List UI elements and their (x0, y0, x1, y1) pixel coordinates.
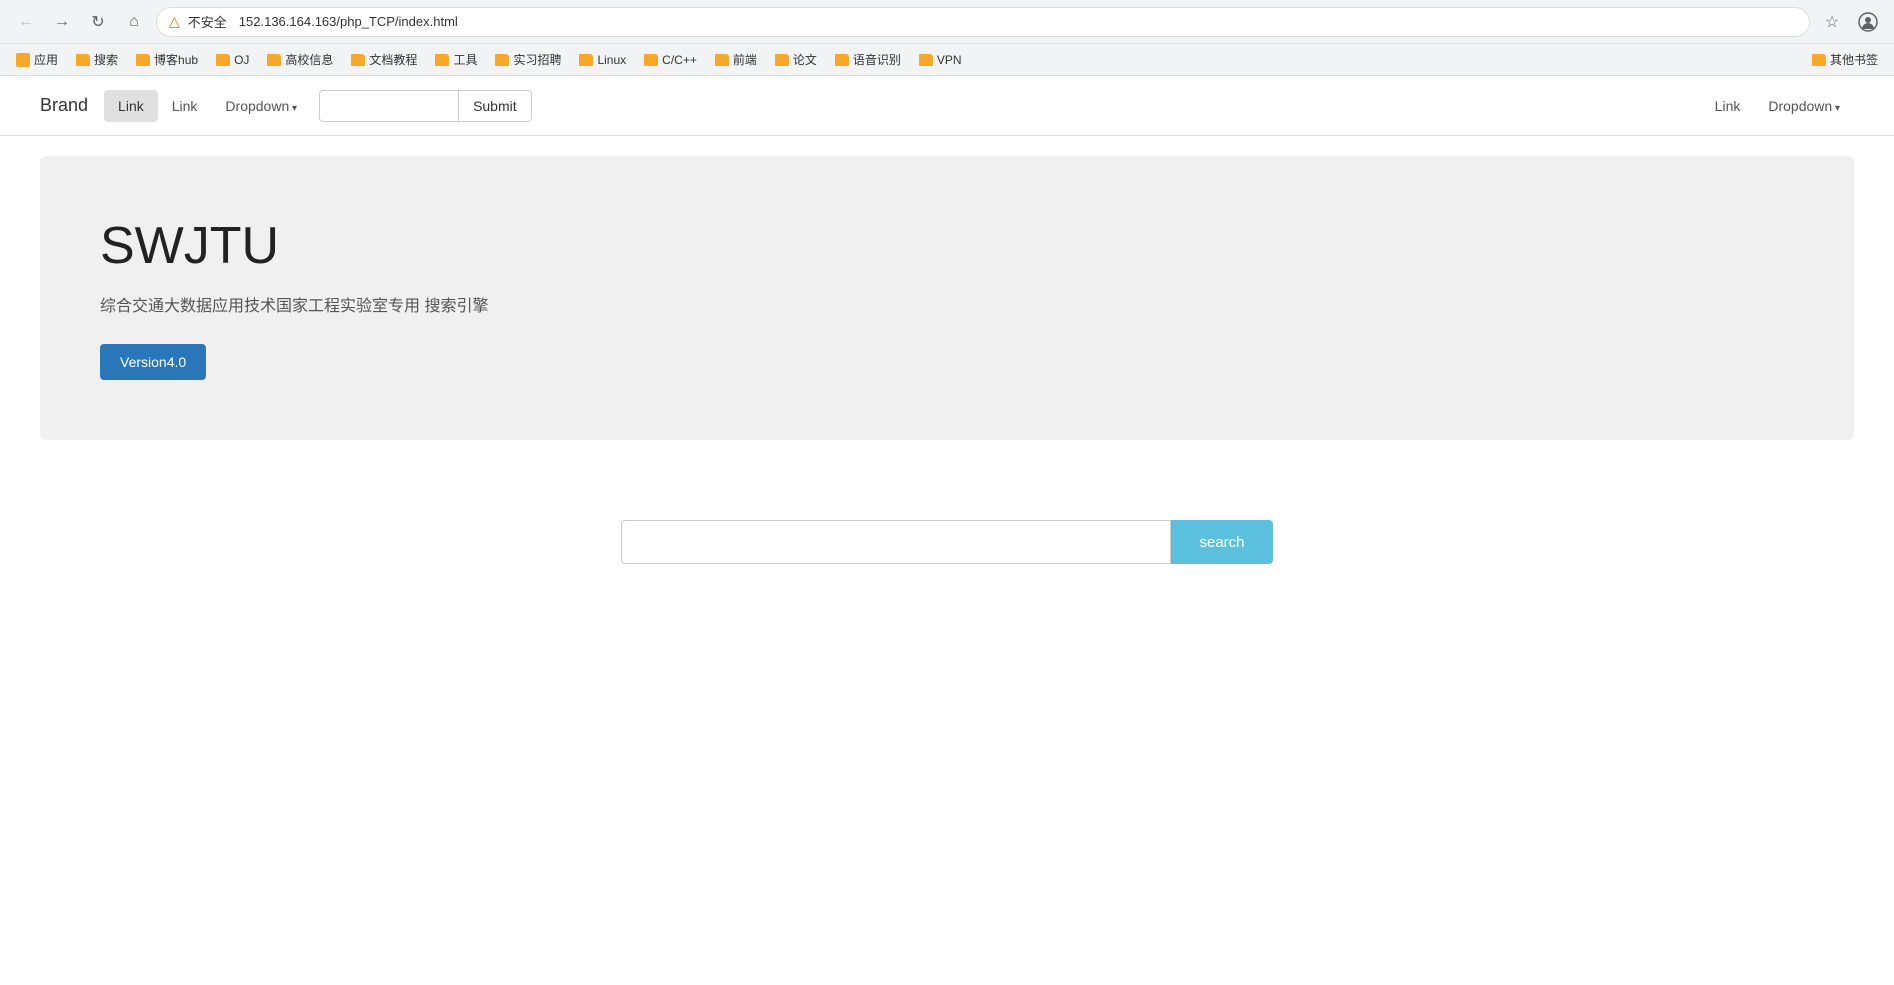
bookmark-vpn[interactable]: VPN (911, 49, 970, 71)
navbar-nav: Link Link Dropdown (104, 90, 311, 122)
folder-icon (216, 54, 230, 66)
browser-chrome: ← → ↻ ⌂ △ 不安全 152.136.164.163/php_TCP/in… (0, 0, 1894, 76)
folder-icon (267, 54, 281, 66)
bookmark-paper-label: 论文 (793, 51, 817, 68)
folder-icon (495, 54, 509, 66)
folder-icon (136, 54, 150, 66)
bookmark-frontend[interactable]: 前端 (707, 47, 765, 72)
address-bar[interactable]: △ 不安全 152.136.164.163/php_TCP/index.html (156, 7, 1810, 37)
navbar-search-input[interactable] (319, 90, 459, 122)
navbar-right: Link Dropdown (1701, 90, 1854, 122)
bookmark-voice[interactable]: 语音识别 (827, 47, 909, 72)
main-search-input[interactable] (621, 520, 1171, 564)
hero-section: SWJTU 综合交通大数据应用技术国家工程实验室专用 搜索引擎 Version4… (40, 156, 1854, 440)
folder-icon (351, 54, 365, 66)
nav-dropdown-toggle-1[interactable]: Dropdown (211, 90, 311, 122)
bookmark-oj[interactable]: OJ (208, 49, 257, 71)
bookmark-paper[interactable]: 论文 (767, 47, 825, 72)
navbar-search-form: Submit (319, 90, 532, 122)
apps-grid-icon (16, 53, 30, 67)
search-section: search (0, 460, 1894, 624)
browser-controls-bar: ← → ↻ ⌂ △ 不安全 152.136.164.163/php_TCP/in… (0, 0, 1894, 44)
bookmark-bloghub[interactable]: 博客hub (128, 47, 206, 72)
bookmark-linux[interactable]: Linux (571, 49, 634, 71)
folder-icon (579, 54, 593, 66)
back-button[interactable]: ← (12, 8, 40, 36)
bookmark-cpp[interactable]: C/C++ (636, 49, 705, 71)
bookmarks-bar: 应用 搜索 博客hub OJ 高校信息 文档教程 工具 实习招聘 (0, 44, 1894, 76)
bookmark-cpp-label: C/C++ (662, 53, 697, 67)
bookmark-bloghub-label: 博客hub (154, 51, 198, 68)
bookmark-linux-label: Linux (597, 53, 626, 67)
folder-icon (1812, 54, 1826, 66)
nav-item-dropdown1: Dropdown (211, 90, 311, 122)
bookmark-tools-label: 工具 (453, 51, 477, 68)
security-warning-icon: △ (169, 13, 180, 30)
bookmark-others[interactable]: 其他书签 (1804, 47, 1886, 72)
bookmark-apps-label: 应用 (34, 51, 58, 68)
nav-link-2[interactable]: Link (158, 90, 212, 122)
address-text: 152.136.164.163/php_TCP/index.html (239, 14, 458, 29)
page-content: Brand Link Link Dropdown Submit Link Dro… (0, 76, 1894, 876)
bookmark-oj-label: OJ (234, 53, 249, 67)
navbar: Brand Link Link Dropdown Submit Link Dro… (0, 76, 1894, 136)
bookmark-internship-label: 实习招聘 (513, 51, 561, 68)
bookmark-apps[interactable]: 应用 (8, 47, 66, 72)
profile-button[interactable] (1854, 8, 1882, 36)
folder-icon (435, 54, 449, 66)
hero-title: SWJTU (100, 216, 1794, 276)
bookmark-vpn-label: VPN (937, 53, 962, 67)
bookmark-frontend-label: 前端 (733, 51, 757, 68)
nav-link-1[interactable]: Link (104, 90, 158, 122)
bookmark-university[interactable]: 高校信息 (259, 47, 341, 72)
bookmark-tools[interactable]: 工具 (427, 47, 485, 72)
bookmark-docs[interactable]: 文档教程 (343, 47, 425, 72)
bookmark-star-button[interactable]: ☆ (1818, 8, 1846, 36)
bookmark-voice-label: 语音识别 (853, 51, 901, 68)
bookmark-docs-label: 文档教程 (369, 51, 417, 68)
folder-icon (644, 54, 658, 66)
folder-icon (715, 54, 729, 66)
main-search-button[interactable]: search (1171, 520, 1272, 564)
navbar-submit-button[interactable]: Submit (459, 90, 532, 122)
navbar-brand[interactable]: Brand (40, 95, 88, 116)
bookmark-internship[interactable]: 实习招聘 (487, 47, 569, 72)
hero-version-button[interactable]: Version4.0 (100, 344, 206, 380)
folder-icon (835, 54, 849, 66)
hero-subtitle: 综合交通大数据应用技术国家工程实验室专用 搜索引擎 (100, 292, 1794, 316)
bookmark-others-label: 其他书签 (1830, 51, 1878, 68)
folder-icon (76, 54, 90, 66)
folder-icon (919, 54, 933, 66)
nav-item-link2: Link (158, 90, 212, 122)
bookmark-search-label: 搜索 (94, 51, 118, 68)
navbar-right-dropdown[interactable]: Dropdown (1754, 90, 1854, 122)
forward-button[interactable]: → (48, 8, 76, 36)
reload-button[interactable]: ↻ (84, 8, 112, 36)
security-warning-text: 不安全 (188, 12, 227, 31)
nav-item-link1: Link (104, 90, 158, 122)
folder-icon (775, 54, 789, 66)
home-button[interactable]: ⌂ (120, 8, 148, 36)
bookmark-university-label: 高校信息 (285, 51, 333, 68)
bookmark-search[interactable]: 搜索 (68, 47, 126, 72)
navbar-right-link[interactable]: Link (1701, 90, 1755, 122)
